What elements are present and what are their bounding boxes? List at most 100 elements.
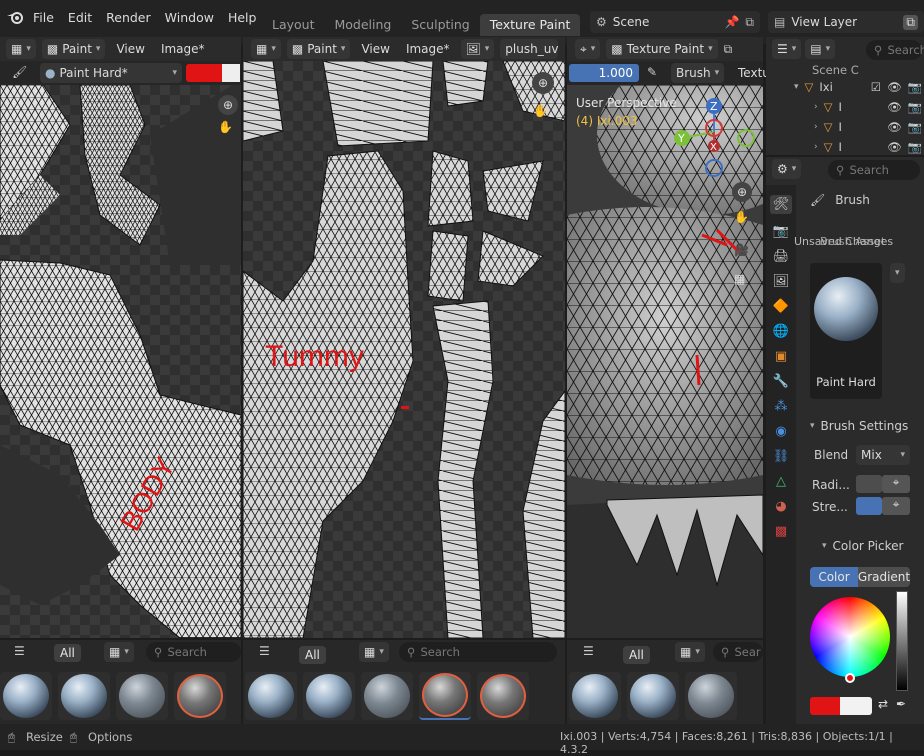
data-tab-icon[interactable]: △ bbox=[776, 474, 786, 489]
view-layer-tab-icon[interactable]: 🖼 bbox=[773, 274, 790, 289]
brush-thumb-4[interactable] bbox=[419, 672, 471, 720]
pin-icon[interactable]: 📌 bbox=[724, 15, 739, 29]
properties-search-input[interactable]: ⚲ Search bbox=[828, 160, 920, 180]
outliner-search-input[interactable]: ⚲ Search bbox=[866, 40, 924, 60]
copy-layer-icon[interactable]: ⧉ bbox=[903, 14, 918, 30]
asset-tab-all[interactable]: All bbox=[299, 646, 326, 664]
brush-preview[interactable]: Paint Hard bbox=[810, 263, 882, 399]
display-options-dropdown[interactable]: ▦ ▾ bbox=[675, 642, 705, 662]
zoom-icon[interactable]: ⊕ bbox=[218, 95, 238, 115]
display-options-dropdown[interactable]: ▦ ▾ bbox=[359, 642, 389, 662]
color-picker-panel-header[interactable]: ▾ Color Picker bbox=[822, 539, 903, 553]
scene-tab-icon[interactable]: 🔶 bbox=[773, 299, 789, 314]
radius-unit-icon[interactable]: ⌖ bbox=[882, 475, 910, 493]
swap-colors-icon[interactable]: ⇄ bbox=[878, 697, 888, 711]
outliner-item[interactable]: › ▽ I 👁 📷 bbox=[776, 137, 922, 157]
menu-hamburger-icon[interactable]: ☰ bbox=[259, 644, 270, 658]
editor-type-dropdown[interactable]: ▦ ▾ bbox=[251, 39, 281, 59]
primary-color-swatch[interactable] bbox=[810, 697, 840, 715]
outliner-item[interactable]: › ▽ I 👁 📷 bbox=[776, 97, 922, 117]
tab-texture-paint[interactable]: Texture Paint bbox=[479, 14, 581, 36]
display-mode-dropdown[interactable]: ▤ ▾ bbox=[805, 39, 836, 59]
pressure-toggle-icon[interactable]: ⌖ bbox=[882, 497, 910, 515]
eye-icon[interactable]: 👁 bbox=[887, 120, 902, 134]
brush-thumb-3[interactable] bbox=[361, 672, 413, 720]
display-options-dropdown[interactable]: ▦ ▾ bbox=[104, 642, 134, 662]
brush-selector[interactable]: ● Paint Hard* ▾ bbox=[40, 63, 182, 83]
menu-file[interactable]: File bbox=[26, 10, 61, 25]
brush-thumb-3[interactable] bbox=[685, 672, 737, 720]
chevron-right-icon[interactable]: › bbox=[814, 102, 818, 112]
asset-search-input[interactable]: ⚲ Search bbox=[399, 642, 557, 662]
asset-search-input[interactable]: ⚲ Search bbox=[146, 642, 241, 662]
material-tab-icon[interactable]: ◕ bbox=[775, 499, 786, 514]
tool-tab-icon[interactable]: 🛠 bbox=[769, 195, 793, 214]
strength-slider[interactable] bbox=[856, 497, 882, 515]
output-tab-icon[interactable]: 🖨 bbox=[773, 249, 790, 264]
gradient-tab[interactable]: Gradient bbox=[858, 567, 910, 587]
mode-dropdown[interactable]: ▩ Texture Paint ▾ bbox=[606, 39, 718, 59]
menu-edit[interactable]: Edit bbox=[61, 10, 99, 25]
menu-view[interactable]: View bbox=[356, 39, 394, 59]
editor-type-dropdown[interactable]: ☰ ▾ bbox=[772, 39, 802, 59]
navigation-gizmo[interactable]: Z Y X bbox=[672, 96, 758, 182]
editor-type-dropdown[interactable]: ▦ ▾ bbox=[6, 39, 36, 59]
brush-thumb-1[interactable] bbox=[0, 672, 52, 720]
brush-thumb-1[interactable] bbox=[245, 672, 297, 720]
brush-color-swatch[interactable] bbox=[186, 64, 222, 82]
mode-dropdown[interactable]: ▩ Paint ▾ bbox=[286, 39, 351, 59]
camera-icon[interactable]: 📷 bbox=[908, 120, 922, 134]
pressure-icon[interactable]: ✎ bbox=[647, 65, 657, 79]
render-tab-icon[interactable]: 📷 bbox=[773, 224, 789, 239]
texture-tab-icon[interactable]: ▩ bbox=[775, 524, 787, 539]
camera-icon[interactable]: 📷 bbox=[908, 100, 922, 114]
menu-hamburger-icon[interactable]: ☰ bbox=[14, 644, 25, 658]
asset-tab-all[interactable]: All bbox=[54, 644, 81, 662]
chevron-down-icon[interactable]: ▾ bbox=[794, 82, 799, 92]
blender-logo-icon[interactable] bbox=[6, 9, 24, 25]
zoom-icon[interactable]: ⊕ bbox=[532, 72, 554, 94]
hand-icon[interactable]: ✋ bbox=[218, 120, 233, 134]
outliner-item[interactable]: › ▽ I 👁 📷 bbox=[776, 117, 922, 137]
copy-scene-icon[interactable]: ⧉ bbox=[745, 15, 754, 30]
brush-thumb-4[interactable] bbox=[174, 672, 226, 720]
grid-ortho-icon[interactable]: ▦ bbox=[734, 272, 745, 286]
brush-preview-dropdown[interactable]: ▾ bbox=[890, 263, 905, 283]
color-tab[interactable]: Color bbox=[810, 567, 858, 587]
object-tab-icon[interactable]: ▣ bbox=[775, 349, 787, 364]
eye-icon[interactable]: 👁 bbox=[887, 80, 902, 94]
menu-image[interactable]: Image* bbox=[401, 39, 455, 59]
particles-tab-icon[interactable]: ⁂ bbox=[775, 399, 788, 414]
brush-thumb-2[interactable] bbox=[303, 672, 355, 720]
radius-field[interactable] bbox=[856, 475, 882, 493]
modifier-tab-icon[interactable]: 🔧 bbox=[773, 374, 789, 389]
brush-thumb-3[interactable] bbox=[116, 672, 168, 720]
hand-icon[interactable]: ✋ bbox=[533, 104, 548, 118]
menu-render[interactable]: Render bbox=[99, 10, 158, 25]
camera-icon[interactable]: 📷 bbox=[908, 80, 922, 94]
menu-hamburger-icon[interactable]: ☰ bbox=[583, 644, 594, 658]
secondary-color-swatch[interactable] bbox=[222, 64, 240, 82]
camera-icon[interactable]: 🎥 bbox=[734, 243, 749, 257]
brush-thumb-2[interactable] bbox=[58, 672, 110, 720]
brush-menu[interactable]: Brush ▾ bbox=[671, 63, 725, 83]
tab-layout[interactable]: Layout bbox=[262, 14, 325, 36]
scene-selector[interactable]: ⚙ Scene 📌 ⧉ bbox=[590, 11, 760, 33]
brush-thumb-1[interactable] bbox=[569, 672, 621, 720]
eyedropper-icon[interactable]: ✒ bbox=[896, 697, 906, 711]
tab-sculpting[interactable]: Sculpting bbox=[401, 14, 479, 36]
mode-dropdown[interactable]: ▩ Paint ▾ bbox=[41, 39, 106, 59]
chevron-right-icon[interactable]: › bbox=[814, 122, 818, 132]
blend-dropdown[interactable]: Mix ▾ bbox=[856, 445, 910, 465]
strength-field[interactable]: 1.000 bbox=[569, 64, 639, 82]
view-layer-selector[interactable]: ▤ View Layer ⧉ bbox=[768, 11, 924, 33]
outliner-item[interactable]: ▾ ▽ Ixi ☑ 👁 📷 bbox=[776, 77, 922, 97]
menu-image[interactable]: Image* bbox=[156, 39, 210, 59]
value-slider[interactable] bbox=[896, 591, 908, 691]
left-uv-canvas[interactable]: BODY bbox=[0, 85, 241, 638]
camera-icon[interactable]: 📷 bbox=[908, 140, 922, 154]
world-tab-icon[interactable]: 🌐 bbox=[773, 324, 789, 339]
overlay-icon[interactable]: ⧉ bbox=[724, 42, 733, 57]
physics-tab-icon[interactable]: ◉ bbox=[775, 424, 786, 439]
zoom-icon[interactable]: ⊕ bbox=[732, 182, 752, 202]
